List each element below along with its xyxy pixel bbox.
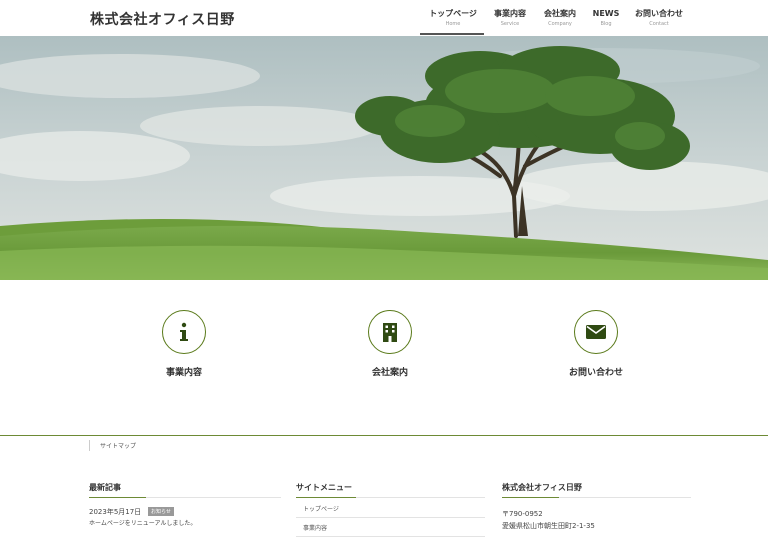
company-title-accent	[502, 497, 559, 498]
nav-item-home[interactable]: トップページ Home	[424, 8, 482, 29]
news-category-badge[interactable]: お知らせ	[148, 507, 174, 516]
news-date: 2023年5月17日	[89, 508, 142, 516]
feature-label: 会社案内	[371, 368, 408, 378]
site-header: 株式会社オフィス日野 トップページ Home 事業内容 Service 会社案内…	[0, 0, 768, 36]
news-title-accent	[89, 497, 146, 498]
nav-item-sublabel: Service	[500, 21, 520, 27]
company-address: 愛媛県松山市朝生田町2-1-35	[502, 522, 595, 530]
nav-item-service[interactable]: 事業内容 Service	[490, 8, 530, 29]
breadcrumb-current: サイトマップ	[100, 443, 137, 450]
news-section-title: 最新記事	[89, 483, 121, 492]
nav-item-sublabel: Company	[548, 21, 572, 27]
nav-item-contact[interactable]: お問い合わせ Contact	[632, 8, 686, 29]
feature-service[interactable]: 事業内容	[114, 310, 254, 378]
menu-item-service[interactable]: 事業内容	[296, 518, 485, 537]
hero-landscape	[0, 36, 768, 280]
info-icon	[180, 322, 188, 341]
menu-item-home[interactable]: トップページ	[296, 499, 485, 518]
site-title[interactable]: 株式会社オフィス日野	[90, 9, 235, 29]
nav-item-label: 事業内容	[494, 9, 526, 18]
envelope-icon	[586, 325, 606, 339]
feature-icon-circle	[162, 310, 206, 354]
news-title-link[interactable]: ホームページをリニューアルしました。	[89, 518, 196, 527]
company-zip: 〒790-0952	[502, 510, 543, 518]
nav-item-label: 会社案内	[544, 9, 576, 18]
menu-section-title: サイトメニュー	[296, 483, 352, 492]
menu-item-label: トップページ	[303, 506, 339, 513]
nav-active-indicator	[420, 33, 484, 35]
company-section-title: 株式会社オフィス日野	[502, 483, 582, 492]
nav-item-sublabel: Blog	[600, 21, 612, 27]
nav-item-sublabel: Contact	[649, 21, 669, 27]
nav-item-sublabel: Home	[445, 21, 461, 27]
nav-item-label: お問い合わせ	[635, 9, 683, 18]
breadcrumb: サイトマップ	[0, 435, 768, 456]
nav-item-label: トップページ	[429, 9, 477, 18]
nav-item-news[interactable]: NEWS Blog	[590, 8, 622, 29]
nav-item-company[interactable]: 会社案内 Company	[540, 8, 580, 29]
feature-contact[interactable]: お問い合わせ	[526, 310, 666, 378]
nav-item-label: NEWS	[592, 9, 620, 18]
feature-label: お問い合わせ	[568, 368, 623, 378]
feature-icon-circle	[368, 310, 412, 354]
hero-image	[0, 36, 768, 280]
building-icon	[383, 323, 397, 342]
feature-icon-circle	[574, 310, 618, 354]
breadcrumb-divider	[89, 440, 90, 451]
menu-title-accent	[296, 497, 356, 498]
feature-label: 事業内容	[165, 368, 202, 378]
feature-company[interactable]: 会社案内	[320, 310, 460, 378]
